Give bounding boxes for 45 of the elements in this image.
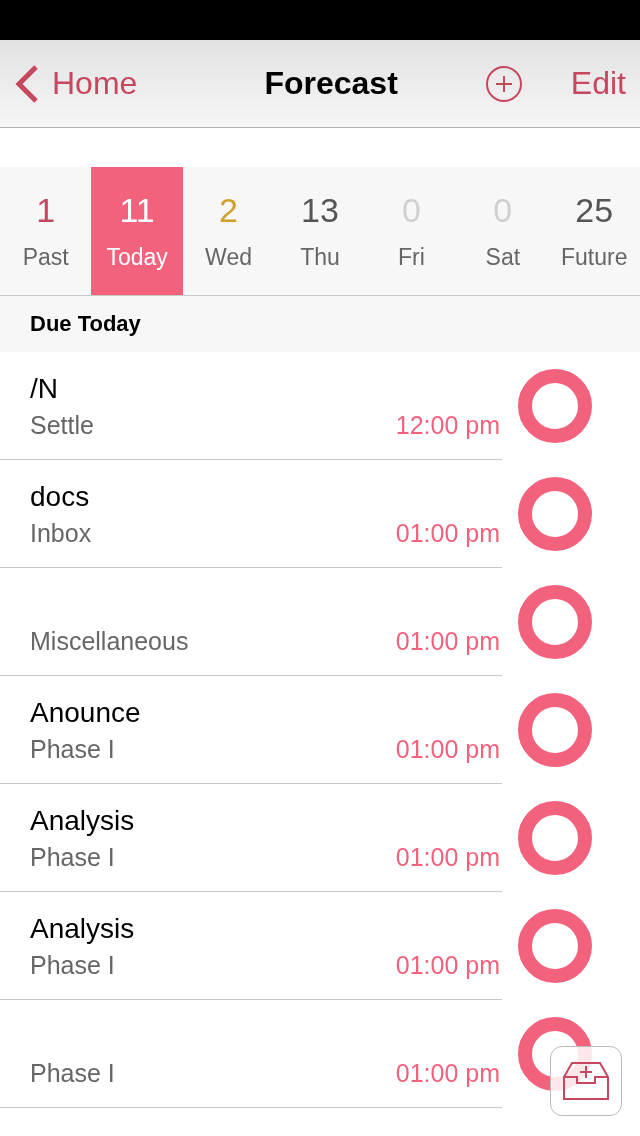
complete-checkbox[interactable]: [518, 909, 592, 983]
quick-entry-button[interactable]: [550, 1046, 622, 1116]
complete-checkbox[interactable]: [518, 693, 592, 767]
due-time: 01:00 pm: [395, 519, 500, 548]
back-button[interactable]: Home: [14, 63, 138, 104]
inbox-plus-icon: [562, 1061, 610, 1101]
complete-checkbox[interactable]: [518, 369, 592, 443]
day-tab[interactable]: 2 Wed: [182, 167, 275, 295]
project-label: Phase I: [30, 1059, 115, 1088]
due-time: 01:00 pm: [395, 735, 500, 764]
complete-checkbox[interactable]: [518, 477, 592, 551]
add-button[interactable]: [484, 64, 523, 103]
due-time: 01:00 pm: [395, 843, 500, 872]
section-header: Due Today: [30, 311, 141, 337]
complete-checkbox[interactable]: [518, 801, 592, 875]
project-label: Phase I: [30, 735, 115, 764]
due-time: 01:00 pm: [395, 951, 500, 980]
task-title: Analysis: [30, 805, 135, 836]
day-count: 2: [219, 191, 238, 230]
complete-checkbox[interactable]: [518, 585, 592, 659]
project-label: Settle: [30, 411, 94, 440]
back-label: Home: [52, 65, 138, 102]
day-count: 1: [36, 191, 56, 230]
screen-title: Forecast: [263, 65, 399, 102]
day-count: 11: [119, 191, 155, 230]
due-time: 12:00 pm: [395, 411, 500, 440]
day-count: 13: [301, 191, 339, 230]
task-title: Anounce: [30, 697, 141, 728]
due-time: 01:00 pm: [395, 627, 500, 656]
due-time: 01:00 pm: [395, 1059, 500, 1088]
edit-button[interactable]: Edit: [570, 65, 626, 102]
day-count: 25: [575, 191, 614, 230]
day-tab[interactable]: 11 Today: [91, 167, 183, 295]
day-tab[interactable]: 25 Future: [548, 167, 640, 295]
project-label: Phase I: [30, 951, 115, 980]
project-label: Phase I: [30, 843, 115, 872]
day-tab[interactable]: 13 Thu: [274, 167, 366, 295]
plus-circle-icon: [484, 64, 523, 103]
project-label: Miscellaneous: [30, 627, 189, 656]
task-title: docs: [30, 481, 90, 512]
task-title: Analysis: [30, 913, 135, 944]
task-title: /N: [30, 373, 58, 404]
chevron-left-icon: [14, 63, 40, 104]
day-tab[interactable]: 1 Past: [0, 167, 92, 295]
project-label: Inbox: [30, 519, 92, 548]
